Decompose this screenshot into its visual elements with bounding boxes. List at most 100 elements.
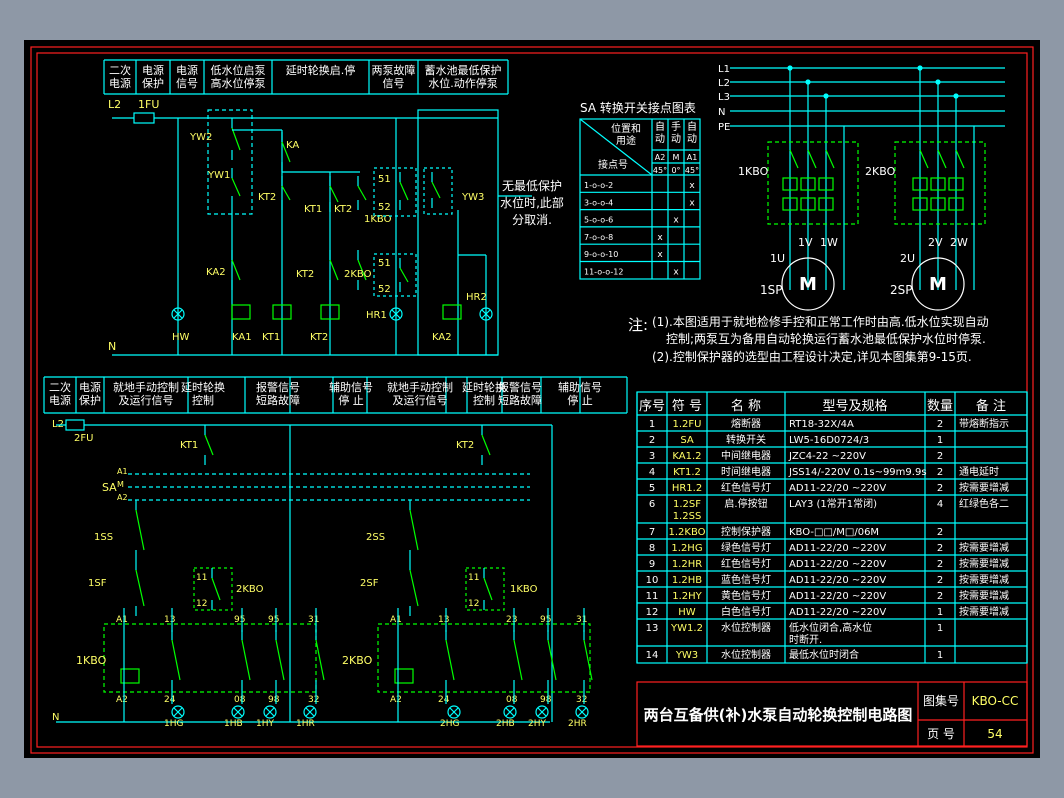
parts-cell: AD11-22/20 ~220V xyxy=(789,559,886,570)
aux-contact-2 xyxy=(483,577,493,601)
lamp-label: 1HB xyxy=(224,719,243,729)
lower-header-cell: 辅助信号停 止 xyxy=(558,380,602,407)
parts-header: 符 号 xyxy=(672,398,702,414)
terminal-top: 95 xyxy=(268,615,279,625)
sa-angle: 0° xyxy=(671,166,680,175)
yw3-note-line: 无最低保护 xyxy=(502,179,562,193)
2ss-button xyxy=(409,509,419,551)
kbo-control-label: 1KBO xyxy=(76,654,107,667)
bus-node xyxy=(953,93,959,99)
kbo-aux-contact xyxy=(275,639,285,681)
parts-cell: 2 xyxy=(937,543,943,554)
parts-cell: RT18-32X/4A xyxy=(789,419,854,430)
lower-header-cell: 电源保护 xyxy=(79,380,101,407)
parts-cell: 按需要增减 xyxy=(959,541,1009,554)
parts-cell: 按需要增减 xyxy=(959,589,1009,602)
kbo-contact xyxy=(807,149,817,169)
note-line: (2).控制保护器的选型由工程设计决定,详见本图集第9-15页. xyxy=(652,349,972,364)
parts-cell: 1 xyxy=(937,650,943,661)
sa-mode-header: 自动 xyxy=(655,120,665,145)
lamp-label: 2HG xyxy=(440,719,459,729)
motor-w: 2W xyxy=(950,236,968,249)
terminal-bottom: 24 xyxy=(438,695,450,705)
n12a-label: 12 xyxy=(196,599,207,609)
parts-cell: 按需要增减 xyxy=(959,573,1009,586)
yw1-label: YW1 xyxy=(207,170,230,181)
parts-cell: 1 xyxy=(649,419,655,430)
parts-cell: 1 xyxy=(937,607,943,618)
sa-contact-row: 7-o-o-8 xyxy=(584,233,613,242)
motor-u: 2U xyxy=(900,252,915,265)
parts-cell: 6 xyxy=(649,499,655,510)
n-label: N xyxy=(108,340,116,353)
parts-cell: AD11-22/20 ~220V xyxy=(789,591,886,602)
sa-mark: x xyxy=(673,216,679,226)
drawing-title: 两台互备供(补)水泵自动轮换控制电路图 xyxy=(644,706,913,724)
parts-cell: 控制保护器 xyxy=(721,525,771,538)
bus-node xyxy=(917,65,923,71)
parts-cell: 3 xyxy=(649,451,655,462)
motor-m: M xyxy=(799,274,817,295)
parts-cell: 2 xyxy=(937,467,943,478)
parts-cell: 4 xyxy=(649,467,655,478)
parts-cell: AD11-22/20 ~220V xyxy=(789,483,886,494)
kbo-aux-contact xyxy=(315,639,325,681)
lamp-label: 2HB xyxy=(496,719,515,729)
parts-cell: LAY3 (1常开1常闭) xyxy=(789,497,877,510)
motor-v: 1V xyxy=(798,236,813,249)
parts-cell: 2 xyxy=(937,591,943,602)
parts-cell: 低水位闭合,高水位时断开. xyxy=(789,621,872,646)
upper-header-cell: 电源信号 xyxy=(176,63,198,90)
bus-node xyxy=(935,79,941,85)
1sf-button xyxy=(135,569,145,607)
kt2-lower-contact xyxy=(481,434,491,456)
yw3-contact xyxy=(431,181,441,199)
ka2b-label: KA2 xyxy=(432,332,452,343)
terminal-top: A1 xyxy=(390,615,402,625)
terminal-bottom: 98 xyxy=(268,695,280,705)
sa-mode-header: 自动 xyxy=(687,120,697,145)
bus-node xyxy=(787,65,793,71)
terminal-top: 31 xyxy=(308,615,319,625)
sa-mark: x xyxy=(657,250,663,260)
kt2d-label: KT2 xyxy=(310,332,328,343)
sa-mode-code: A1 xyxy=(687,153,698,162)
terminal-top: 23 xyxy=(506,615,517,625)
yw3-label: YW3 xyxy=(461,192,484,203)
parts-cell: 时间继电器 xyxy=(721,465,771,478)
note-line: 控制;两泵互为备用自动轮换运行蓄水池最低保护水位时停泵. xyxy=(666,331,986,346)
kbo-label: 1KBO xyxy=(738,165,769,178)
parts-cell: 2 xyxy=(937,483,943,494)
lamp-label: 1HG xyxy=(164,719,183,729)
parts-cell: 2 xyxy=(937,451,943,462)
parts-cell: 白色信号灯 xyxy=(721,605,771,618)
parts-cell: 13 xyxy=(646,623,659,634)
page-label: 页 号 xyxy=(927,727,955,741)
terminal-bottom: A2 xyxy=(390,695,402,705)
terminal-top: 95 xyxy=(540,615,551,625)
yw3-note-line: 分取消. xyxy=(512,213,552,227)
parts-cell: 1.2SF 1.2SS xyxy=(673,499,702,522)
kbo-contact xyxy=(919,149,929,169)
1sf-label: 1SF xyxy=(88,578,107,589)
fuse-2fu xyxy=(65,419,85,431)
atlas-label: 图集号 xyxy=(923,693,959,708)
bus-label: L1 xyxy=(718,64,730,75)
terminal-bottom: A2 xyxy=(116,695,128,705)
n12b-label: 12 xyxy=(468,599,479,609)
ka1-coil xyxy=(231,304,251,320)
terminal-top: 31 xyxy=(576,615,587,625)
parts-cell: 2 xyxy=(937,575,943,586)
lower-header-cell: 就地手动控制及运行信号 xyxy=(113,380,179,407)
2ss-label: 2SS xyxy=(366,532,385,543)
kbo-contact xyxy=(825,149,835,169)
terminal-bottom: 98 xyxy=(540,695,552,705)
parts-cell: 蓝色信号灯 xyxy=(721,573,771,586)
parts-cell: 11 xyxy=(646,591,659,602)
sa-pos-header: 位置和用途 xyxy=(611,122,641,147)
parts-cell: 转换开关 xyxy=(726,433,766,446)
parts-cell: 绿色信号灯 xyxy=(721,541,771,554)
yw3-dashed xyxy=(423,167,453,215)
lower-header-cell: 二次电源 xyxy=(49,380,71,407)
kt1-lower-contact xyxy=(204,434,214,456)
